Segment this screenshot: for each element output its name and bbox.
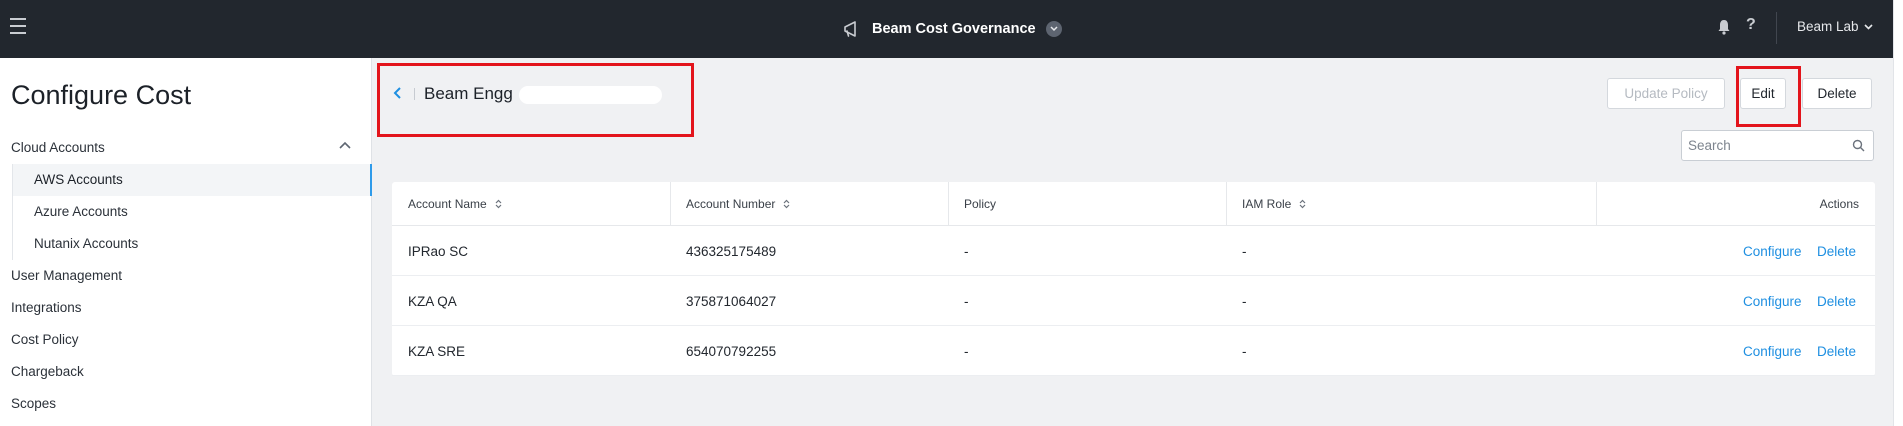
sidebar-item-cloud-accounts[interactable]: Cloud Accounts bbox=[11, 140, 105, 155]
sidebar: Configure Cost Cloud Accounts AWS Accoun… bbox=[0, 58, 372, 426]
chevron-down-icon bbox=[1863, 23, 1873, 30]
sidebar-item-user-management[interactable]: User Management bbox=[11, 268, 122, 283]
sort-icon bbox=[495, 199, 502, 209]
cell-account-name: IPRao SC bbox=[408, 243, 469, 259]
header-divider bbox=[1776, 12, 1777, 44]
cell-policy: - bbox=[964, 243, 969, 259]
cell-iam-role: - bbox=[1242, 293, 1247, 309]
configure-link[interactable]: Configure bbox=[1743, 326, 1802, 376]
search-input[interactable] bbox=[1682, 131, 1842, 160]
sort-icon bbox=[1299, 199, 1306, 209]
megaphone-icon bbox=[844, 21, 856, 37]
cell-account-name: KZA SRE bbox=[408, 343, 466, 359]
table-header: Account Name Account Number Policy IAM R… bbox=[392, 182, 1875, 226]
cell-iam-role: - bbox=[1242, 243, 1247, 259]
cell-iam-role: - bbox=[1242, 343, 1247, 359]
table-row: KZA QA 375871064027 - - Configure Delete bbox=[392, 276, 1875, 326]
edit-button[interactable]: Edit bbox=[1740, 78, 1786, 109]
cell-account-name: KZA QA bbox=[408, 293, 457, 309]
cell-policy: - bbox=[964, 343, 969, 359]
column-header-account-number[interactable]: Account Number bbox=[686, 182, 790, 226]
cell-account-number: 654070792255 bbox=[686, 343, 777, 359]
sidebar-item-aws-accounts[interactable]: AWS Accounts bbox=[12, 164, 372, 196]
page-title: Configure Cost bbox=[11, 80, 192, 110]
sidebar-item-azure-accounts[interactable]: Azure Accounts bbox=[12, 196, 372, 228]
bell-icon[interactable] bbox=[1717, 18, 1731, 36]
sidebar-item-scopes[interactable]: Scopes bbox=[11, 396, 56, 411]
account-label: Beam Lab bbox=[1797, 19, 1859, 34]
sidebar-item-cost-policy[interactable]: Cost Policy bbox=[11, 332, 79, 347]
help-icon[interactable]: ? bbox=[1746, 16, 1756, 34]
search-icon[interactable] bbox=[1852, 139, 1865, 152]
accounts-table: Account Name Account Number Policy IAM R… bbox=[392, 182, 1875, 376]
sidebar-item-integrations[interactable]: Integrations bbox=[11, 300, 82, 315]
delete-link[interactable]: Delete bbox=[1817, 326, 1856, 376]
table-row: KZA SRE 654070792255 - - Configure Delet… bbox=[392, 326, 1875, 376]
delete-link[interactable]: Delete bbox=[1817, 276, 1856, 326]
redacted-text bbox=[519, 86, 662, 104]
column-label: Actions bbox=[1819, 197, 1859, 211]
sidebar-item-nutanix-accounts[interactable]: Nutanix Accounts bbox=[12, 228, 372, 260]
column-header-iam-role[interactable]: IAM Role bbox=[1242, 182, 1306, 226]
column-divider bbox=[948, 182, 949, 226]
app-switcher-button[interactable] bbox=[1045, 21, 1062, 37]
column-header-actions: Actions bbox=[1820, 182, 1859, 226]
sort-icon bbox=[783, 199, 790, 209]
update-policy-button[interactable]: Update Policy bbox=[1607, 78, 1725, 109]
chevron-left-icon[interactable] bbox=[392, 86, 404, 100]
configure-link[interactable]: Configure bbox=[1743, 226, 1802, 276]
title-divider bbox=[414, 88, 415, 100]
cell-account-number: 375871064027 bbox=[686, 293, 777, 309]
scrollbar[interactable] bbox=[1893, 0, 1903, 426]
chevron-up-icon[interactable] bbox=[338, 140, 352, 150]
chevron-down-icon bbox=[1050, 26, 1058, 32]
configure-link[interactable]: Configure bbox=[1743, 276, 1802, 326]
column-divider bbox=[1226, 182, 1227, 226]
account-menu[interactable]: Beam Lab bbox=[1797, 19, 1873, 34]
delete-policy-button[interactable]: Delete bbox=[1802, 78, 1872, 109]
column-label: Account Number bbox=[686, 197, 776, 211]
column-label: Policy bbox=[964, 197, 997, 211]
policy-name: Beam Engg bbox=[424, 84, 513, 103]
app-brand: Beam Cost Governance bbox=[842, 17, 1062, 41]
table-row: IPRao SC 436325175489 - - Configure Dele… bbox=[392, 226, 1875, 276]
app-title: Beam Cost Governance bbox=[872, 21, 1036, 37]
column-divider bbox=[670, 182, 671, 226]
column-header-account-name[interactable]: Account Name bbox=[408, 182, 502, 226]
column-label: Account Name bbox=[408, 197, 487, 211]
search-box bbox=[1681, 130, 1874, 161]
hamburger-icon[interactable] bbox=[10, 18, 26, 38]
sidebar-item-chargeback[interactable]: Chargeback bbox=[11, 364, 84, 379]
cell-policy: - bbox=[964, 293, 969, 309]
delete-link[interactable]: Delete bbox=[1817, 226, 1856, 276]
cell-account-number: 436325175489 bbox=[686, 243, 777, 259]
column-divider bbox=[1596, 182, 1597, 226]
top-navigation-bar: Beam Cost Governance ? Beam Lab bbox=[0, 0, 1893, 58]
column-header-policy: Policy bbox=[964, 182, 996, 226]
column-label: IAM Role bbox=[1242, 197, 1292, 211]
